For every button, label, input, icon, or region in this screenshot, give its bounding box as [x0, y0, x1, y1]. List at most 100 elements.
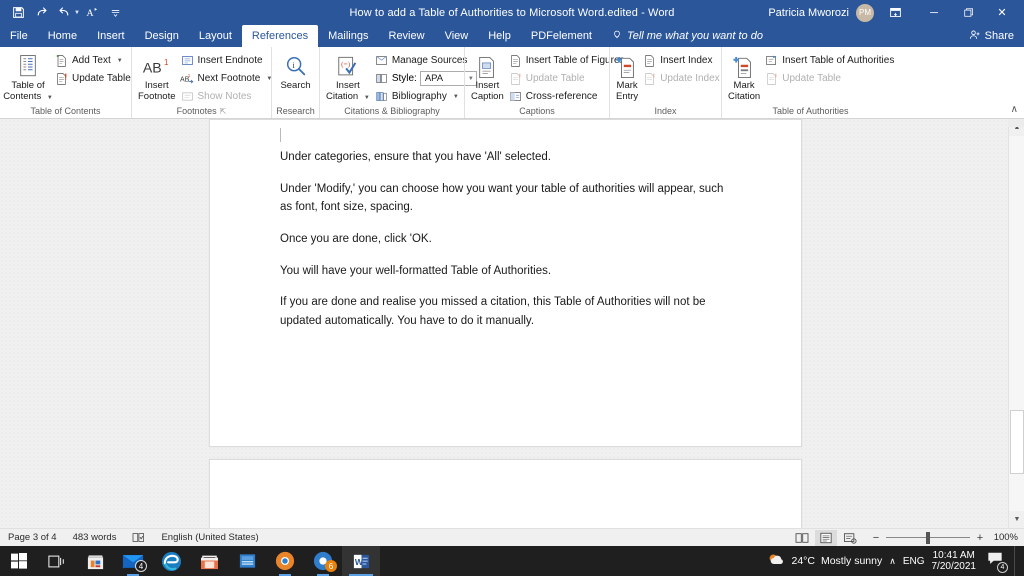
paragraph-4: You will have your well-formatted Table … — [280, 262, 735, 281]
tab-design[interactable]: Design — [135, 25, 189, 47]
avatar[interactable]: PM — [856, 4, 874, 22]
read-aloud-icon[interactable]: A — [83, 3, 103, 23]
redo-icon[interactable] — [31, 3, 51, 23]
account-name[interactable]: Patricia Mworozi — [768, 7, 849, 19]
google-chrome-icon[interactable] — [266, 546, 304, 576]
group-label-research: Research — [276, 106, 315, 118]
tab-file[interactable]: File — [0, 25, 38, 47]
microsoft-edge-icon[interactable] — [152, 546, 190, 576]
tab-mailings[interactable]: Mailings — [318, 25, 378, 47]
chrome-profile-icon[interactable]: 6 — [304, 546, 342, 576]
title-bar-right: Patricia Mworozi PM ─ ✕ — [768, 0, 1024, 25]
quick-access-toolbar: ▼ A — [0, 3, 126, 23]
tab-layout[interactable]: Layout — [189, 25, 242, 47]
search-icon: i — [284, 53, 308, 81]
zoom-in-button[interactable]: + — [975, 532, 985, 544]
zoom-level-label[interactable]: 100% — [990, 532, 1018, 543]
zoom-slider[interactable] — [886, 531, 970, 545]
vertical-scrollbar[interactable]: ▲ ▼ — [1008, 119, 1024, 528]
bibliography-button[interactable]: Bibliography ▼ — [372, 88, 477, 105]
group-label-captions: Captions — [469, 106, 605, 118]
print-layout-view-button[interactable] — [815, 530, 837, 546]
document-page-2[interactable] — [209, 459, 802, 528]
footnotes-dialog-launcher-icon[interactable]: ⇱ — [220, 107, 227, 116]
tab-references[interactable]: References — [242, 25, 318, 47]
scrollbar-thumb[interactable] — [1010, 410, 1024, 474]
manage-sources-button[interactable]: Manage Sources — [372, 52, 477, 69]
undo-icon[interactable] — [54, 3, 74, 23]
insert-table-of-figures-icon — [508, 53, 523, 68]
customize-quick-access-toolbar-icon[interactable] — [106, 3, 126, 23]
table-of-contents-icon — [17, 53, 39, 81]
maximize-restore-button[interactable] — [952, 0, 984, 25]
document-page-1[interactable]: Under categories, ensure that you have '… — [209, 119, 802, 447]
split-window-handle[interactable] — [1008, 119, 1024, 127]
add-text-caret-icon[interactable]: ▼ — [117, 58, 123, 64]
notifications-button[interactable]: 4 — [983, 551, 1007, 571]
cross-reference-icon — [508, 89, 523, 104]
notification-count-badge: 4 — [997, 562, 1008, 573]
update-table-button[interactable]: Update Table — [52, 70, 135, 87]
bibliography-caret-icon[interactable]: ▼ — [453, 94, 459, 100]
word-count-status[interactable]: 483 words — [65, 532, 125, 543]
web-layout-view-button[interactable] — [839, 530, 861, 546]
tab-insert[interactable]: Insert — [87, 25, 135, 47]
microsoft-store-icon[interactable] — [76, 546, 114, 576]
share-button[interactable]: Share — [969, 25, 1024, 47]
scrollbar-track[interactable] — [1009, 136, 1024, 511]
show-notes-icon — [180, 89, 195, 104]
zoom-slider-knob[interactable] — [926, 532, 930, 544]
save-icon[interactable] — [8, 3, 28, 23]
insert-index-button[interactable]: Insert Index — [640, 52, 724, 69]
tab-home[interactable]: Home — [38, 25, 87, 47]
ribbon-group-table-of-authorities: Mark Citation Insert Table of Authoritie… — [721, 47, 899, 118]
insert-table-of-authorities-button[interactable]: Insert Table of Authorities — [762, 52, 898, 69]
file-explorer-icon[interactable] — [228, 546, 266, 576]
language-indicator[interactable]: ENG — [903, 556, 925, 567]
close-button[interactable]: ✕ — [986, 0, 1018, 25]
show-desktop-button[interactable] — [1014, 546, 1020, 576]
tab-pdfelement[interactable]: PDFelement — [521, 25, 602, 47]
task-view-button[interactable] — [38, 546, 76, 576]
zoom-out-button[interactable]: − — [871, 532, 881, 544]
start-button[interactable] — [0, 546, 38, 576]
paragraph-3: Once you are done, click 'OK. — [280, 230, 735, 249]
search-button[interactable]: i Search — [276, 51, 315, 92]
undo-dropdown-caret-icon[interactable]: ▼ — [74, 10, 80, 16]
footnotes-small-buttons: Insert Endnote AB1 Next Footnote ▼ Show — [178, 51, 277, 105]
show-hidden-icons-button[interactable]: ∧ — [889, 556, 896, 567]
tab-help[interactable]: Help — [478, 25, 521, 47]
read-mode-view-button[interactable] — [791, 530, 813, 546]
toc-small-buttons: Add Text ▼ Update Table — [52, 51, 135, 87]
group-label-citations-bibliography: Citations & Bibliography — [324, 106, 460, 118]
ribbon-group-index: Mark Entry Insert Index Update In — [609, 47, 721, 118]
tell-me-search[interactable]: Tell me what you want to do — [602, 25, 773, 47]
tab-view[interactable]: View — [435, 25, 479, 47]
proofing-errors-icon[interactable] — [124, 532, 153, 543]
tab-review[interactable]: Review — [379, 25, 435, 47]
clock[interactable]: 10:41 AM 7/20/2021 — [932, 550, 977, 573]
collapse-ribbon-button[interactable]: ∧ — [1011, 104, 1018, 115]
mark-entry-button[interactable]: Mark Entry — [614, 51, 640, 103]
insert-endnote-button[interactable]: Insert Endnote — [178, 52, 277, 69]
page-number-status[interactable]: Page 3 of 4 — [0, 532, 65, 543]
minimize-button[interactable]: ─ — [918, 0, 950, 25]
mail-icon[interactable]: 4 — [114, 546, 152, 576]
ribbon-display-options-icon[interactable] — [882, 0, 908, 25]
next-footnote-button[interactable]: AB1 Next Footnote ▼ — [178, 70, 277, 87]
insert-caption-button[interactable]: Insert Caption — [469, 51, 506, 103]
document-body-text[interactable]: Under categories, ensure that you have '… — [280, 148, 735, 343]
weather-widget[interactable]: 24°C Mostly sunny — [767, 552, 882, 571]
store-app-icon[interactable] — [190, 546, 228, 576]
table-of-contents-button[interactable]: Table of Contents ▼ — [4, 51, 52, 103]
next-footnote-label: Next Footnote — [198, 73, 261, 84]
language-status[interactable]: English (United States) — [153, 532, 266, 543]
insert-footnote-button[interactable]: AB1 Insert Footnote — [136, 51, 178, 103]
scroll-down-arrow-icon[interactable]: ▼ — [1009, 511, 1024, 528]
update-index-icon — [642, 71, 657, 86]
microsoft-word-icon[interactable]: W — [342, 546, 380, 576]
insert-citation-button[interactable]: (=) Insert Citation ▼ — [324, 51, 372, 103]
mark-citation-button[interactable]: Mark Citation — [726, 51, 762, 103]
add-text-button[interactable]: Add Text ▼ — [52, 52, 135, 69]
document-canvas[interactable]: Under categories, ensure that you have '… — [0, 119, 1024, 528]
